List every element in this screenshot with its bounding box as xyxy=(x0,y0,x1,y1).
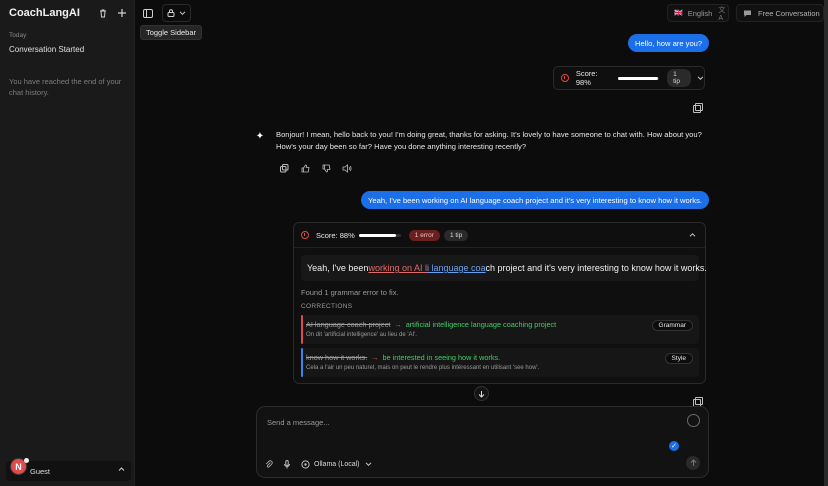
message-input[interactable]: Send a message... xyxy=(267,418,330,427)
sidebar-icon xyxy=(143,8,153,18)
toggle-sidebar-button[interactable] xyxy=(140,4,156,22)
section-today-label: Today xyxy=(9,32,27,39)
suggested-text: artificial intelligence language coachin… xyxy=(405,320,557,329)
scrollbar[interactable] xyxy=(824,0,828,486)
chevron-down-icon xyxy=(697,76,704,80)
translate-icon: 文A xyxy=(718,6,726,22)
alert-icon xyxy=(561,74,569,82)
message-composer[interactable]: Send a message... ✓ Ollama (Local) xyxy=(256,406,709,478)
paperclip-icon[interactable] xyxy=(265,459,273,469)
suggested-text: be interested in seeing how it works. xyxy=(382,353,501,362)
arrow-up-icon xyxy=(690,459,696,466)
correction-accent xyxy=(301,315,303,344)
scroll-to-bottom-button[interactable] xyxy=(474,386,489,401)
thumbs-down-icon[interactable] xyxy=(321,163,331,173)
user-message: Hello, how are you? xyxy=(628,34,710,52)
style-highlight[interactable]: i language coa xyxy=(427,263,486,273)
score-label: Score: 88% xyxy=(316,230,355,240)
user-message: Yeah, I've been working on AI language c… xyxy=(361,191,709,209)
copy-icon[interactable] xyxy=(693,397,703,407)
correction-note: Cela a l'air un peu naturel, mais on peu… xyxy=(306,365,540,371)
check-icon: ✓ xyxy=(669,441,679,451)
flag-icon: 🇬🇧 xyxy=(674,10,683,17)
score-bar-fill xyxy=(358,233,396,237)
tips-badge: 1 tip xyxy=(443,229,469,241)
conversation-mode-label: Free Conversation xyxy=(758,8,820,18)
privacy-dropdown[interactable] xyxy=(162,4,191,22)
app-title: CoachLangAI xyxy=(9,7,80,19)
speaker-icon[interactable] xyxy=(342,163,352,173)
errors-badge: 1 error xyxy=(408,229,440,241)
correction-type-badge: Grammar xyxy=(651,320,693,331)
errors-summary: Found 1 grammar error to fix. xyxy=(301,288,399,297)
original-text: AI language coach project xyxy=(306,320,391,329)
correction-type-badge: Style xyxy=(664,353,693,364)
score-bar-track xyxy=(617,76,660,80)
original-text: know how it works. xyxy=(306,353,368,362)
new-chat-plus-icon[interactable] xyxy=(115,6,129,20)
score-label: Score: 98% xyxy=(575,69,598,87)
toggle-sidebar-tooltip: Toggle Sidebar xyxy=(140,25,202,40)
sidebar-item-conversation[interactable]: Conversation Started xyxy=(9,45,84,54)
corrections-heading: CORRECTIONS xyxy=(301,303,353,310)
trash-icon[interactable] xyxy=(96,6,110,20)
correction-item: AI language coach project → artificial int… xyxy=(301,315,699,344)
model-selector[interactable]: Ollama (Local) xyxy=(314,461,360,468)
sparkle-icon: ✦ xyxy=(255,130,265,142)
microphone-icon[interactable] xyxy=(283,459,291,469)
arrow-down-icon xyxy=(478,390,485,398)
score-bar-track xyxy=(358,233,401,237)
language-label: English xyxy=(687,8,713,18)
chevron-down-icon xyxy=(179,11,186,16)
lock-icon xyxy=(167,9,175,17)
send-button[interactable] xyxy=(686,456,700,470)
score-card-header[interactable]: Score: 88% 1 error 1 tip xyxy=(294,223,705,248)
chevron-up-icon xyxy=(689,233,696,237)
language-selector[interactable]: 🇬🇧 English 文A xyxy=(667,4,729,22)
history-end-notice: You have reached the end of your chat hi… xyxy=(9,77,122,97)
correction-note: On dit 'artificial intelligence' au lieu… xyxy=(306,332,417,338)
conversation-mode-button[interactable]: Free Conversation xyxy=(736,4,824,22)
copy-icon[interactable] xyxy=(693,103,703,113)
user-name[interactable]: Guest xyxy=(30,467,50,476)
status-dot xyxy=(24,458,29,463)
assistant-message: Bonjour! I mean, hello back to you! I'm … xyxy=(276,130,702,151)
score-bar-fill xyxy=(617,76,659,80)
arrow-icon: → xyxy=(371,353,379,362)
chevron-down-icon[interactable] xyxy=(365,461,372,467)
sentence-text: Yeah, I've been xyxy=(307,263,369,273)
thumbs-up-icon[interactable] xyxy=(300,163,310,173)
chat-bubble-icon xyxy=(744,10,751,17)
status-ring-icon xyxy=(687,414,700,427)
correction-accent xyxy=(301,348,303,377)
error-highlight[interactable]: working on AI l xyxy=(368,263,427,273)
alert-icon xyxy=(301,231,309,239)
sentence-text: ch project and it's very interesting to … xyxy=(485,263,707,273)
correction-item: know how it works. → be interested in seei… xyxy=(301,348,699,377)
chevron-up-icon[interactable] xyxy=(118,465,125,474)
copy-icon[interactable] xyxy=(279,163,289,173)
tips-badge: 1 tip xyxy=(667,69,692,87)
annotated-sentence: Yeah, I've been working on AI li languag… xyxy=(301,255,707,281)
sidebar: CoachLangAI Today Conversation Started Y… xyxy=(0,0,135,486)
arrow-icon: → xyxy=(394,320,402,329)
score-card-collapsed[interactable]: Score: 98% 1 tip xyxy=(553,66,705,90)
score-card-expanded: Score: 88% 1 error 1 tip Yeah, I've been… xyxy=(293,222,707,384)
model-icon[interactable] xyxy=(301,459,310,469)
